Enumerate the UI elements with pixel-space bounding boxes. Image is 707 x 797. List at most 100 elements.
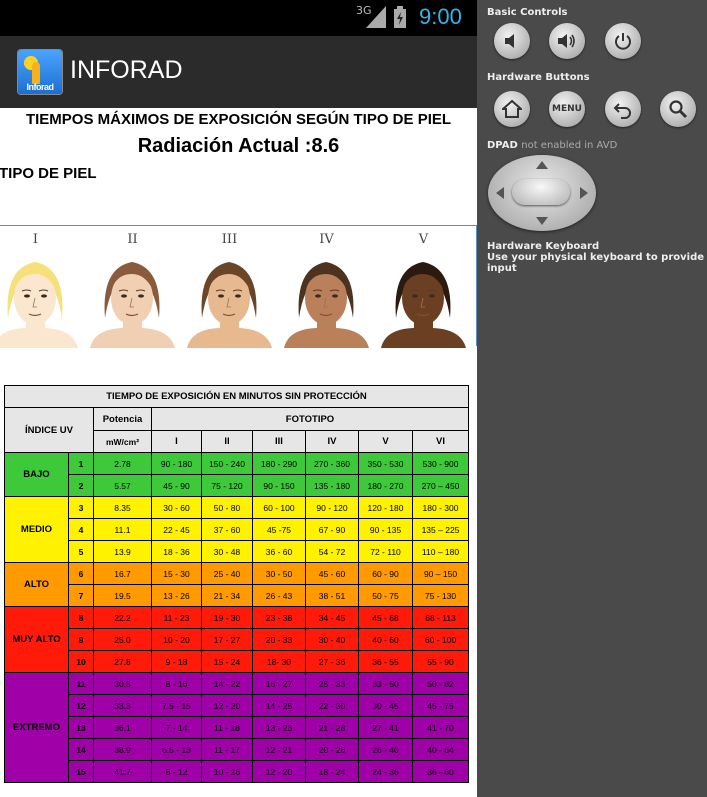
table-cell: 36 - 60 <box>412 760 469 783</box>
table-cell: 11 <box>68 672 94 695</box>
power-icon <box>615 33 631 50</box>
home-icon <box>502 99 522 118</box>
table-cell: 20 - 33 <box>252 628 306 651</box>
table-cell: 18- 30 <box>252 650 306 673</box>
col-phototype-4: IV <box>305 430 359 453</box>
volume-up-icon <box>558 34 575 48</box>
status-bar: 3G 9:00 <box>0 0 477 36</box>
table-cell: 18 - 24 <box>305 760 359 783</box>
table-row: MUY ALTO 8 22.2 11 - 23 19 - 30 23 - 38 34 - 4… <box>4 606 469 673</box>
dpad-down-icon <box>536 217 548 225</box>
table-cell: 14 - 25 <box>252 694 306 717</box>
skin-type-face: V <box>376 226 471 348</box>
main-content: TIEMPOS MÁXIMOS DE EXPOSICIÓN SEGÚN TIPO… <box>0 108 477 797</box>
table-cell: 180 - 300 <box>412 496 469 519</box>
table-cell: 36 - 55 <box>358 650 413 673</box>
table-cell: 530 - 900 <box>412 452 469 475</box>
dpad[interactable] <box>488 155 596 231</box>
table-cell: 270 - 360 <box>305 452 359 475</box>
page-title: TIEMPOS MÁXIMOS DE EXPOSICIÓN SEGÚN TIPO… <box>25 111 452 128</box>
table-cell: 67 - 90 <box>305 518 359 541</box>
table-cell: 9 <box>68 628 94 651</box>
table-cell: 13 <box>68 716 94 739</box>
table-cell: 50 - 80 <box>201 496 253 519</box>
table-cell: 10 <box>68 650 94 673</box>
table-cell: 12 - 20 <box>252 760 306 783</box>
table-cell: 41.7 <box>93 760 152 783</box>
table-title: TIEMPO DE EXPOSICIÓN EN MINUTOS SIN PROT… <box>4 385 469 408</box>
power-button[interactable] <box>605 23 641 59</box>
table-cell: 11 - 23 <box>151 606 202 629</box>
menu-button[interactable]: MENU <box>549 91 585 127</box>
table-cell: 90 - 180 <box>151 452 202 475</box>
table-cell: 45 - 75 <box>412 694 469 717</box>
table-cell: 10 - 20 <box>151 628 202 651</box>
table-cell: 26 - 43 <box>252 584 306 607</box>
hardware-keyboard-heading: Hardware Keyboard <box>487 241 600 252</box>
table-cell: 30.5 <box>93 672 152 695</box>
back-button[interactable] <box>605 91 641 127</box>
table-cell: 180 - 290 <box>252 452 306 475</box>
uv-level-label: MUY ALTO <box>4 606 69 673</box>
volume-down-icon <box>505 34 514 48</box>
table-cell: 90 - 120 <box>305 496 359 519</box>
table-cell: 8 <box>68 606 94 629</box>
table-row: 7 19.5 13 - 26 21 - 34 26 - 43 38 - 51 50 - 75… <box>4 584 469 607</box>
table-cell: 12 - 20 <box>201 694 253 717</box>
table-cell: 11.1 <box>93 518 152 541</box>
table-cell: 4 <box>68 518 94 541</box>
table-cell: 23 - 38 <box>252 606 306 629</box>
table-cell: 7 - 14 <box>151 716 202 739</box>
table-cell: 45 - 60 <box>305 562 359 585</box>
dpad-center-button[interactable] <box>512 179 570 205</box>
table-cell: 350 - 530 <box>358 452 413 475</box>
col-power-unit: mW/cm² <box>93 430 152 453</box>
dpad-left-icon <box>496 187 504 199</box>
basic-controls-heading: Basic Controls <box>487 7 568 18</box>
table-cell: 41 - 70 <box>412 716 469 739</box>
table-cell: 30 - 50 <box>252 562 306 585</box>
action-bar: Inforad INFORAD <box>0 36 477 108</box>
table-cell: 18 - 36 <box>151 540 202 563</box>
table-cell: 120 - 180 <box>358 496 413 519</box>
table-row: ALTO 6 16.7 15 - 30 25 - 40 30 - 50 45 - 60 60 … <box>4 562 469 607</box>
table-cell: 19 - 30 <box>201 606 253 629</box>
table-cell: 3 <box>68 496 94 519</box>
table-cell: 110 – 180 <box>412 540 469 563</box>
table-cell: 22 - 45 <box>151 518 202 541</box>
table-cell: 17 - 27 <box>201 628 253 651</box>
current-radiation: Radiación Actual :8.6 <box>137 135 340 157</box>
table-cell: 75 - 120 <box>201 474 253 497</box>
table-cell: 6 <box>68 562 94 585</box>
table-cell: 9 - 18 <box>151 650 202 673</box>
table-cell: 37 - 60 <box>201 518 253 541</box>
volume-up-button[interactable] <box>549 23 585 59</box>
table-cell: 11 - 17 <box>201 738 253 761</box>
phone-screen: 3G 9:00 Inforad INFORAD TIEMPOS MÁXIMOS … <box>0 0 477 797</box>
col-phototype-5: V <box>358 430 413 453</box>
dpad-title: DPAD <box>487 140 518 151</box>
skin-type-label: I <box>32 232 39 247</box>
table-cell: 11 - 18 <box>201 716 253 739</box>
app-logo[interactable]: Inforad <box>18 50 62 94</box>
table-cell: 33 - 50 <box>358 672 413 695</box>
table-cell: 15 - 24 <box>201 650 253 673</box>
search-button[interactable] <box>660 91 696 127</box>
table-cell: 36.1 <box>93 716 152 739</box>
table-cell: 135 – 225 <box>412 518 469 541</box>
volume-down-button[interactable] <box>494 23 530 59</box>
col-phototype-2: II <box>201 430 253 453</box>
skin-type-label: V <box>418 232 429 247</box>
col-phototype-6: VI <box>412 430 469 453</box>
table-cell: 135 - 180 <box>305 474 359 497</box>
table-cell: 45 -75 <box>252 518 306 541</box>
home-button[interactable] <box>494 91 530 127</box>
table-cell: 75 - 130 <box>412 584 469 607</box>
table-row: 4 11.1 22 - 45 37 - 60 45 -75 67 - 90 90 - 135… <box>4 518 469 541</box>
table-cell: 14 <box>68 738 94 761</box>
table-cell: 90 - 150 <box>252 474 306 497</box>
table-cell: 1 <box>68 452 94 475</box>
table-row: 2 5.57 45 - 90 75 - 120 90 - 150 135 - 180 180… <box>4 474 469 497</box>
table-cell: 7 <box>68 584 94 607</box>
table-row: 12 33.3 7.5 - 15 12 - 20 14 - 25 22 - 30 30 - … <box>4 694 469 717</box>
